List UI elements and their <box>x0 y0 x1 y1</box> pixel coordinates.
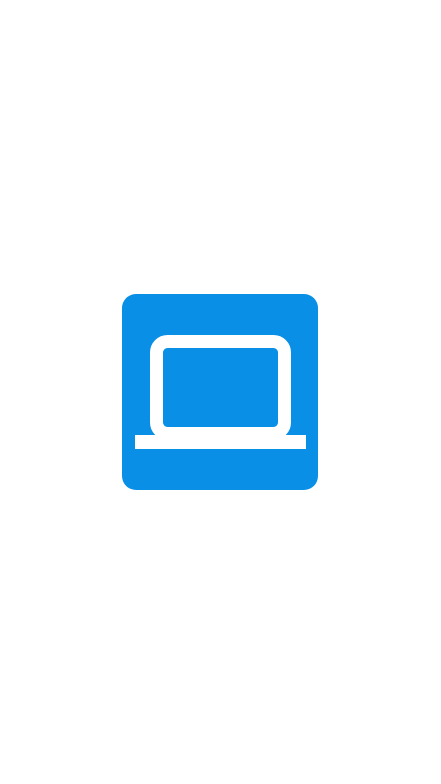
app-logo-tile <box>122 294 318 490</box>
laptop-base <box>135 435 306 449</box>
splash-screen <box>0 0 441 784</box>
laptop-icon <box>135 335 306 449</box>
laptop-screen <box>150 335 291 440</box>
